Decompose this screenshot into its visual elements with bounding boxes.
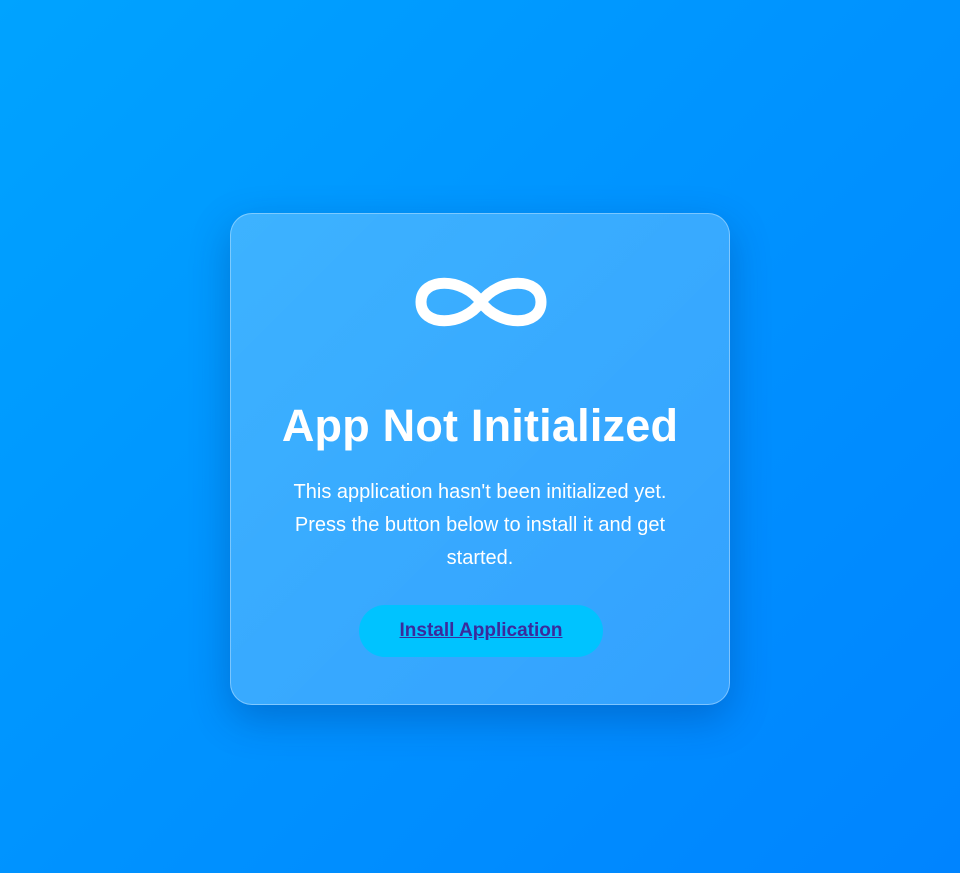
setup-card: App Not Initialized This application has… xyxy=(230,213,730,705)
infinity-icon xyxy=(415,277,547,327)
install-application-button[interactable]: Install Application xyxy=(359,605,603,657)
page-title: App Not Initialized xyxy=(281,400,679,451)
description-text: This application hasn't been initialized… xyxy=(293,481,667,569)
